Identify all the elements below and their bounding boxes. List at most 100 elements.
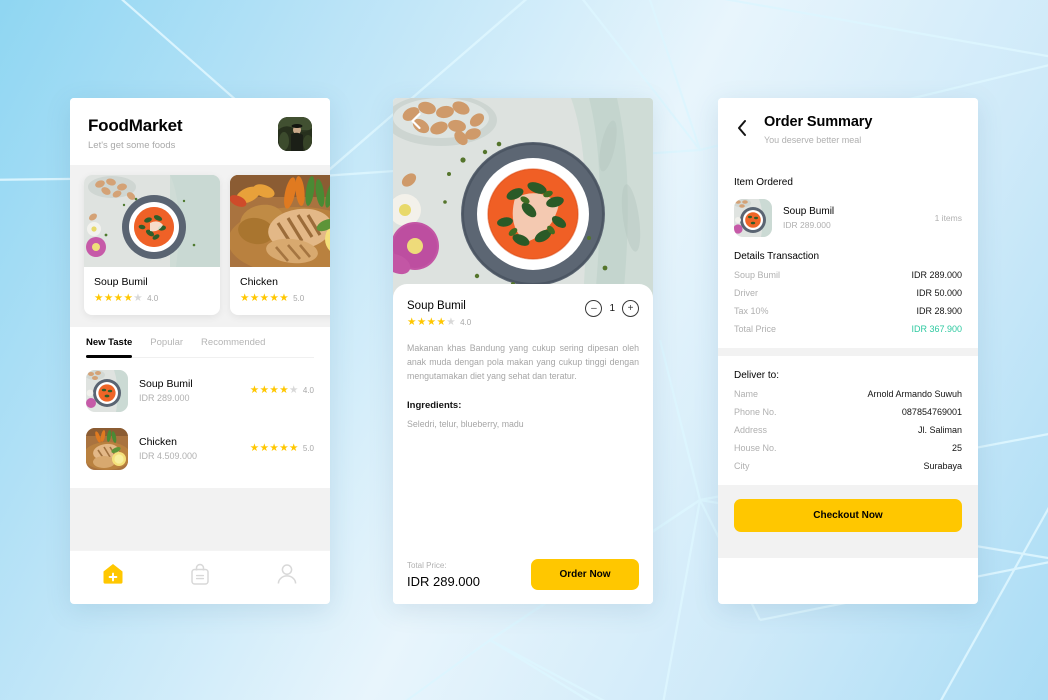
home-plus-icon (103, 564, 123, 584)
transaction-row: Soup Bumil IDR 289.000 (734, 270, 962, 280)
ordered-item-info: Soup Bumil IDR 289.000 (783, 206, 924, 230)
bottom-navigation (70, 549, 330, 598)
ordered-item-row: Soup Bumil IDR 289.000 1 items (734, 199, 962, 237)
food-card[interactable]: Soup Bumil ★★★★★ 4.0 (84, 175, 220, 315)
hero-image (393, 98, 653, 298)
food-card[interactable]: Chicken ★★★★★ 5.0 (230, 175, 330, 315)
list-item-rating: ★★★★★ 4.0 (250, 385, 314, 396)
tabs-container: New Taste Popular Recommended (70, 326, 330, 358)
deliver-row: City Surabaya (734, 461, 962, 471)
nav-home-button[interactable] (90, 559, 136, 589)
ingredients-heading: Ingredients: (407, 400, 462, 412)
tab-new-taste[interactable]: New Taste (86, 327, 133, 358)
nav-profile-button[interactable] (264, 559, 310, 589)
rating-value: 4.0 (302, 386, 314, 395)
back-button[interactable] (734, 119, 750, 140)
list-item-name: Soup Bumil (139, 378, 193, 390)
transaction-label: Total Price (734, 324, 777, 334)
list-item-info: Chicken IDR 4.509.000 (139, 436, 239, 461)
avatar[interactable] (278, 116, 312, 151)
quantity-value: 1 (609, 303, 615, 314)
food-title: Soup Bumil (407, 300, 466, 312)
soup-hero-photo (393, 98, 653, 298)
section-divider (718, 348, 978, 356)
list-item-thumbnail (86, 427, 128, 470)
stars: ★★★★★ (407, 316, 457, 328)
detail-title-block: Soup Bumil ★★★★★ 4.0 (407, 300, 471, 328)
list-item-name: Chicken (139, 436, 177, 448)
deliver-label: City (734, 461, 750, 471)
order-title-block: Order Summary You deserve better meal (764, 114, 872, 145)
item-ordered-panel: Item Ordered Soup Bumil IDR 289.000 1 it… (718, 163, 978, 348)
page-title: Order Summary (764, 114, 873, 130)
checkout-now-button[interactable]: Checkout Now (734, 499, 962, 532)
featured-food-carousel[interactable]: Soup Bumil ★★★★★ 4.0 Chicken ★★★★★ 5.0 (70, 165, 330, 327)
brand-block: FoodMarket Let's get some foods (88, 116, 183, 151)
chevron-left-icon (411, 112, 421, 130)
list-item[interactable]: Soup Bumil IDR 289.000 ★★★★★ 4.0 (86, 362, 314, 420)
list-item-price: IDR 4.509.000 (139, 451, 198, 461)
chicken-photo (230, 175, 330, 267)
rating-value: 5.0 (302, 444, 314, 453)
page-title: FoodMarket (88, 116, 183, 135)
deliver-value: 25 (951, 443, 962, 453)
list-item-price: IDR 289.000 (139, 393, 190, 403)
list-item-info: Soup Bumil IDR 289.000 (139, 378, 239, 403)
order-now-button[interactable]: Order Now (531, 559, 639, 590)
deliver-value: Surabaya (923, 461, 962, 471)
food-card-name: Chicken (240, 276, 278, 288)
ordered-item-count: 1 items (934, 213, 962, 223)
deliver-label: Phone No. (734, 407, 777, 417)
soup-photo (86, 369, 128, 412)
transaction-label: Soup Bumil (734, 270, 781, 280)
total-price-block: Total Price: IDR 289.000 (407, 561, 480, 589)
transaction-value: IDR 28.900 (916, 306, 962, 316)
detail-sheet: Soup Bumil ★★★★★ 4.0 – 1 + Makanan khas … (393, 284, 653, 604)
transaction-value: IDR 289.000 (911, 270, 962, 280)
rating: ★★★★★ 5.0 (240, 293, 330, 304)
ingredients-list: Seledri, telur, blueberry, madu (407, 419, 524, 430)
deliver-label: Name (734, 389, 759, 399)
food-card-image (84, 175, 220, 267)
total-price-value: IDR 289.000 (407, 573, 480, 589)
food-card-meta: Chicken ★★★★★ 5.0 (230, 267, 330, 315)
deliver-value: Jl. Saliman (917, 425, 962, 435)
home-screen: FoodMarket Let's get some foods Soup Bum… (70, 98, 330, 604)
decrease-quantity-button[interactable]: – (585, 300, 603, 317)
rating-value: 4.0 (460, 317, 472, 327)
order-summary-screen: Order Summary You deserve better meal It… (718, 98, 978, 604)
deliver-to-panel: Deliver to: Name Arnold Armando Suwuh Ph… (718, 356, 978, 485)
rating: ★★★★★ 4.0 (94, 293, 210, 304)
transaction-label: Driver (734, 288, 758, 298)
soup-photo (734, 199, 772, 237)
deliver-row: Address Jl. Saliman (734, 425, 962, 435)
home-header: FoodMarket Let's get some foods (70, 98, 330, 165)
chevron-left-icon (738, 120, 746, 136)
deliver-row: Phone No. 087854769001 (734, 407, 962, 417)
food-list: Soup Bumil IDR 289.000 ★★★★★ 4.0 Chicken… (70, 357, 330, 488)
transaction-label: Tax 10% (734, 306, 769, 316)
details-transaction-heading: Details Transaction (734, 251, 820, 262)
transaction-row: Tax 10% IDR 28.900 (734, 306, 962, 316)
soup-photo (84, 175, 220, 267)
chicken-photo (86, 427, 128, 470)
rating-value: 4.0 (147, 293, 159, 303)
stars: ★★★★★ (249, 384, 299, 397)
nav-orders-button[interactable] (177, 559, 223, 589)
quantity-stepper: – 1 + (585, 300, 639, 317)
food-description: Makanan khas Bandung yang cukup sering d… (407, 342, 639, 382)
item-ordered-heading: Item Ordered (734, 177, 793, 188)
checkout-area: Checkout Now (718, 485, 978, 550)
deliver-label: House No. (734, 443, 777, 453)
order-content: Item Ordered Soup Bumil IDR 289.000 1 it… (718, 163, 978, 558)
transaction-row: Driver IDR 50.000 (734, 288, 962, 298)
back-button[interactable] (407, 112, 425, 130)
increase-quantity-button[interactable]: + (622, 300, 639, 317)
order-header: Order Summary You deserve better meal (718, 98, 978, 163)
tab-recommended[interactable]: Recommended (201, 327, 265, 357)
list-item-thumbnail (86, 369, 128, 412)
tab-popular[interactable]: Popular (150, 327, 183, 357)
food-card-name: Soup Bumil (94, 276, 148, 288)
list-item[interactable]: Chicken IDR 4.509.000 ★★★★★ 5.0 (86, 420, 314, 478)
deliver-value: 087854769001 (901, 407, 962, 417)
